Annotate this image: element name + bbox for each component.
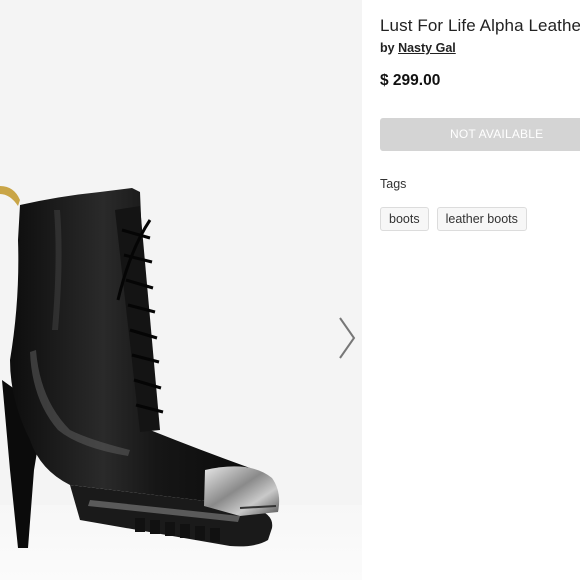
product-title: Lust For Life Alpha Leather bbox=[380, 16, 580, 35]
product-byline: by Nasty Gal bbox=[380, 41, 456, 55]
tags-label: Tags bbox=[380, 177, 407, 191]
tag-leather-boots[interactable]: leather boots bbox=[436, 207, 527, 231]
brand-link[interactable]: Nasty Gal bbox=[398, 41, 456, 55]
tag-boots[interactable]: boots bbox=[380, 207, 429, 231]
product-image-pane bbox=[0, 0, 362, 580]
product-page: Lust For Life Alpha Leather by Nasty Gal… bbox=[0, 0, 580, 580]
by-prefix: by bbox=[380, 41, 395, 55]
product-details: Lust For Life Alpha Leather by Nasty Gal… bbox=[380, 0, 580, 580]
chevron-right-icon[interactable] bbox=[336, 316, 358, 360]
tag-list: boots leather boots bbox=[380, 207, 527, 231]
not-available-button[interactable]: NOT AVAILABLE bbox=[380, 118, 580, 151]
product-price: $ 299.00 bbox=[380, 72, 441, 89]
boot-product-image[interactable] bbox=[0, 0, 362, 580]
